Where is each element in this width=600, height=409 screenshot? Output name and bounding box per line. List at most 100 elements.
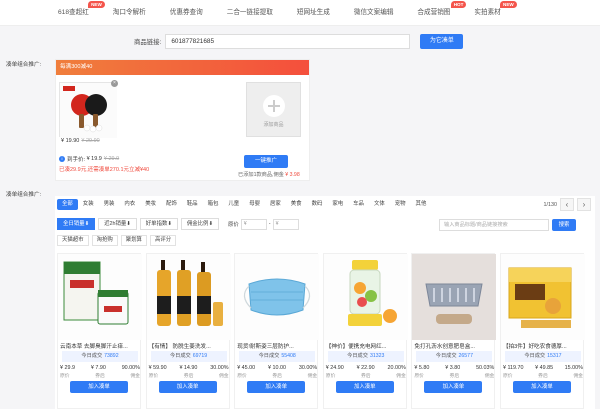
category-tab[interactable]: 家电 [327,199,348,210]
commission-value: ¥ 3.98 [285,172,300,178]
product-card[interactable]: 【神价】便携充电网红... 今日成交 31323 ¥ 24.90 ¥ 22.90 20… [322,253,408,409]
category-tab[interactable]: 文体 [369,199,390,210]
price-values: ¥ 119.70 ¥ 49.85 15.00% [503,365,583,371]
nav-label: 淘口令解析 [112,8,146,16]
orig-label: 原价 [325,374,336,379]
comm-label: 佣金 [218,374,229,379]
product-link-input[interactable]: 601877821685 [165,34,411,49]
price-labels: 原价 券后 佣金 [60,372,140,379]
nav-item-coupon-query[interactable]: 优惠券查询 [158,0,215,26]
category-tab[interactable]: 宠物 [390,199,411,210]
category-tab[interactable]: 箱包 [203,199,224,210]
category-tab[interactable]: 车品 [348,199,369,210]
nav-label: 合成营销图 [417,8,451,16]
category-tab[interactable]: 男装 [99,199,120,210]
price-labels: 原价 券后 佣金 [149,372,229,379]
nav-item-wechat-copy[interactable]: 微信文案编辑 [342,0,406,26]
join-combo-button[interactable]: 加入凑单 [424,381,483,393]
product-search-input[interactable]: 输入商品标题/商品链接搜索 [439,219,549,231]
join-combo-button[interactable]: 加入凑单 [512,381,571,393]
category-tab[interactable]: 内衣 [119,199,140,210]
product-title[interactable]: 【神价】便携充电网红... [326,342,406,350]
sales-count: 31323 [369,353,385,359]
category-tab[interactable]: 母婴 [244,199,265,210]
product-card[interactable]: 【有情】 防脱生姜洗发... 今日成交 69719 ¥ 59.90 ¥ 14.90 3… [145,253,231,409]
sales-label: 今日成交 [81,353,103,359]
product-card[interactable]: 云南本草 去脚臭脚汗止痒... 今日成交 73892 ¥ 29.9 ¥ 7.90 90… [57,253,142,409]
comm-label: 佣金 [573,374,583,379]
sort-index[interactable]: 好单指数⬇ [139,218,178,230]
juicer-product-image [323,254,408,340]
after-label: 券后 [272,374,282,379]
sales-row: 今日成交 69719 [150,351,227,362]
category-tab[interactable]: 女装 [78,199,99,210]
nav-item-marketing-image[interactable]: 合成营销图 HOT [405,0,467,26]
category-tab[interactable]: 配饰 [161,199,182,210]
nav-item-short-url[interactable]: 短网址生成 [285,0,342,26]
category-tab[interactable]: 数码 [307,199,328,210]
after-label: 券后 [183,374,194,379]
product-title[interactable]: 云南本草 去脚臭脚汗止痒... [60,342,140,350]
product-title[interactable]: 现货!耐斯姿三层防护... [237,342,317,350]
sales-count: 15317 [547,353,562,359]
category-tab[interactable]: 全部 [57,199,78,210]
price-values: ¥ 45.00 ¥ 10.00 30.00% [237,365,317,371]
commission-rate: 15.00% [564,365,583,371]
one-click-promote-button[interactable]: 一键推广 [244,155,288,168]
product-card[interactable]: 免打孔沥水创意肥皂盒... 今日成交 26577 ¥ 5.80 ¥ 3.80 50.0… [411,253,497,409]
product-title[interactable]: 【拍3件】好吃农食德厚... [503,342,583,350]
join-combo-button[interactable]: 加入凑单 [335,381,394,393]
comm-label: 佣金 [484,374,495,379]
category-tab[interactable]: 儿童 [223,199,244,210]
price-values: ¥ 24.90 ¥ 22.90 20.00% [326,365,406,371]
tag-tmall-market[interactable]: 天猫超市 [57,235,89,246]
chevron-left-icon[interactable]: ‹ [560,198,574,211]
tag-flash-sale[interactable]: 淘抢购 [91,235,118,246]
product-title[interactable]: 【有情】 防脱生姜洗发... [149,342,229,350]
nav-item-photo-material[interactable]: 实拍素材 NEW [462,0,517,26]
category-tab[interactable]: 鞋品 [182,199,203,210]
ointment-product-image [58,254,142,340]
search-button[interactable]: 搜索 [552,219,576,231]
combo-section-label: 凑单组合推广: [6,62,42,68]
combo-tip: 已凑29.9元,还需凑单270.1元立减¥40 [59,167,150,173]
add-product-button[interactable]: 添加商品 [246,82,301,137]
link-input-row: 商品链接: 601877821685 为它凑单 [134,34,464,49]
product-card[interactable]: 【拍3件】好吃农食德厚... 今日成交 15317 ¥ 119.70 ¥ 49.85… [499,253,585,409]
chevron-right-icon[interactable]: › [577,198,591,211]
product-card[interactable]: 现货!耐斯姿三层防护... 今日成交 55408 ¥ 45.00 ¥ 10.00 30… [234,253,320,409]
combine-order-button[interactable]: 为它凑单 [420,34,464,49]
nav-label: 优惠券查询 [169,8,203,16]
join-combo-button[interactable]: 加入凑单 [247,381,306,393]
tag-high-rating[interactable]: 高评分 [149,235,177,246]
nav-item-link-extract[interactable]: 二合一链接提取 [215,0,285,26]
category-tab[interactable]: 其他 [411,199,432,210]
comm-label: 佣金 [307,374,318,379]
orig-label: 原价 [502,374,513,379]
combo-card: 每满300减40 × ¥ 19.90 ¥ 29.90 添加商品 i 到手价: ¥ … [55,59,310,181]
nav-item-618[interactable]: 618查超红 NEW [0,0,105,26]
nav-item-tkl-parse[interactable]: 淘口令解析 [101,0,158,26]
arrive-label: 到手价: [67,157,86,163]
price-filter: 原价 ¥ - ¥ [228,218,301,230]
category-tab[interactable]: 美食 [286,199,307,210]
sort-daily-sales[interactable]: 全日销量⬇ [57,218,96,230]
sort-commission[interactable]: 佣金比例⬇ [180,218,219,230]
category-tab[interactable]: 居家 [265,199,286,210]
sort-2h-sales[interactable]: 近2h销量⬇ [98,218,137,230]
commission-rate: 20.00% [387,365,406,371]
price-labels: 原价 券后 佣金 [503,372,583,379]
price-max-input[interactable]: ¥ [272,218,299,230]
tag-juhuasuan[interactable]: 聚划算 [120,235,147,246]
category-tab[interactable]: 美妆 [140,199,161,210]
info-icon: i [59,156,65,162]
soap-dish-product-image [412,254,497,340]
orig-label: 原价 [237,374,247,379]
join-combo-button[interactable]: 加入凑单 [70,381,128,393]
product-title[interactable]: 免打孔沥水创意肥皂盒... [414,342,494,350]
remove-icon[interactable]: × [111,80,118,87]
join-combo-button[interactable]: 加入凑单 [158,381,217,393]
orig-price: ¥ 45.00 [237,365,256,371]
price-min-input[interactable]: ¥ [240,218,267,230]
note-text: 已添加1款商品,佣金 [238,172,284,178]
